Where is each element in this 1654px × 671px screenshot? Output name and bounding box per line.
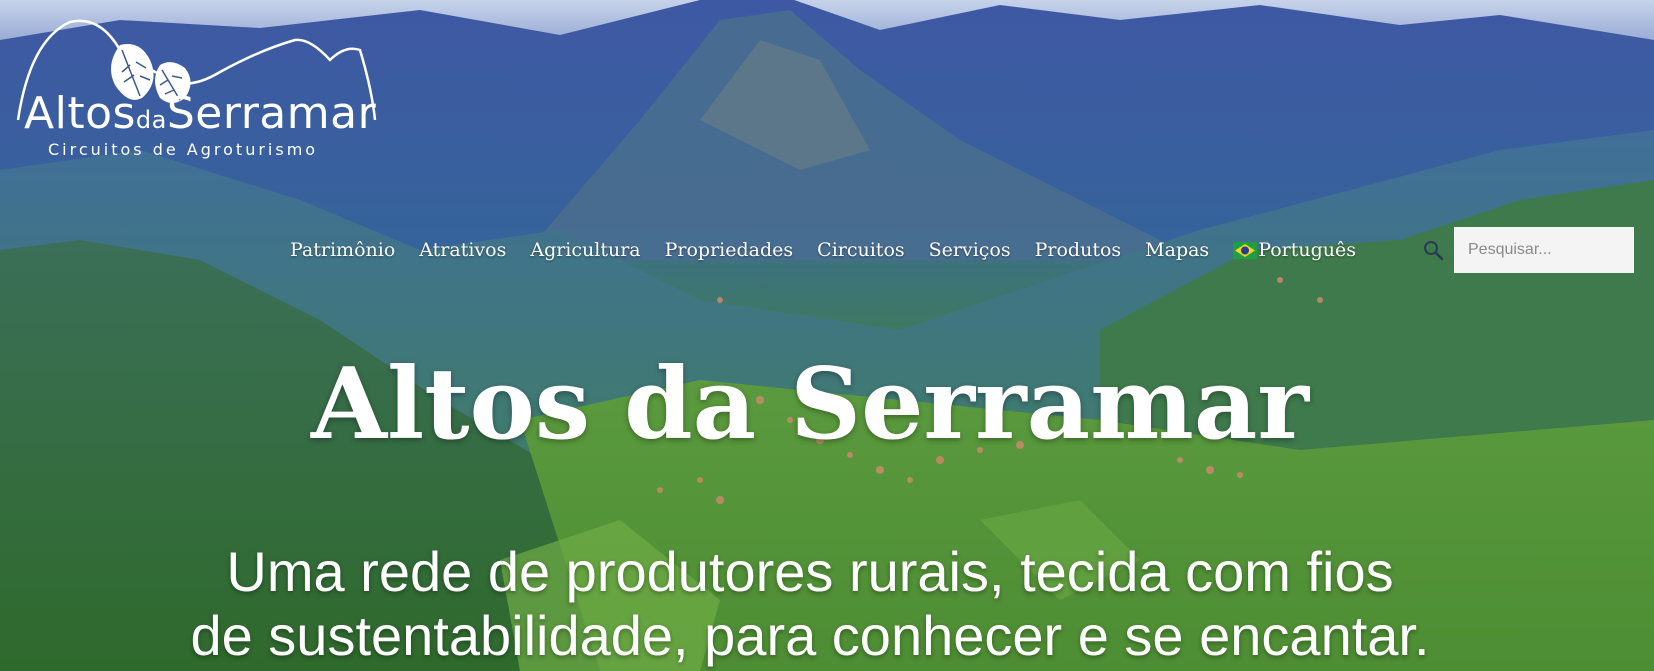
nav-item-circuitos[interactable]: Circuitos bbox=[817, 239, 904, 261]
logo-name-connector: da bbox=[135, 106, 167, 134]
logo-name-part-1: Altos bbox=[24, 88, 136, 139]
hero-subtitle-line-1: Uma rede de produtores rurais, tecida co… bbox=[226, 540, 1394, 603]
hero-title: Altos da Serramar bbox=[310, 347, 1310, 462]
nav-item-agricultura[interactable]: Agricultura bbox=[530, 239, 640, 261]
nav-item-produtos[interactable]: Produtos bbox=[1035, 239, 1122, 261]
hero-subtitle-line-2: de sustentabilidade, para conhecer e se … bbox=[190, 604, 1430, 667]
logo-name-part-2: Serramar bbox=[166, 88, 377, 139]
hero-banner: AltosdaSerramar Circuitos de Agroturismo… bbox=[0, 0, 1654, 671]
nav-item-propriedades[interactable]: Propriedades bbox=[665, 239, 794, 261]
nav-item-mapas[interactable]: Mapas bbox=[1145, 239, 1209, 261]
hero-subtitle: Uma rede de produtores rurais, tecida co… bbox=[0, 540, 1620, 668]
logo-wordmark: AltosdaSerramar bbox=[24, 92, 376, 142]
language-switcher[interactable]: Português bbox=[1233, 239, 1356, 261]
site-logo[interactable]: AltosdaSerramar Circuitos de Agroturismo bbox=[10, 10, 390, 160]
main-nav: Patrimônio Atrativos Agricultura Proprie… bbox=[290, 230, 1356, 270]
logo-tagline: Circuitos de Agroturismo bbox=[48, 140, 319, 159]
nav-item-servicos[interactable]: Serviços bbox=[929, 239, 1011, 261]
search-icon[interactable] bbox=[1422, 239, 1444, 261]
search-input[interactable] bbox=[1454, 227, 1634, 273]
brazil-flag-icon bbox=[1233, 241, 1258, 259]
nav-item-patrimonio[interactable]: Patrimônio bbox=[290, 239, 395, 261]
nav-item-atrativos[interactable]: Atrativos bbox=[419, 239, 506, 261]
language-label: Português bbox=[1258, 239, 1356, 261]
